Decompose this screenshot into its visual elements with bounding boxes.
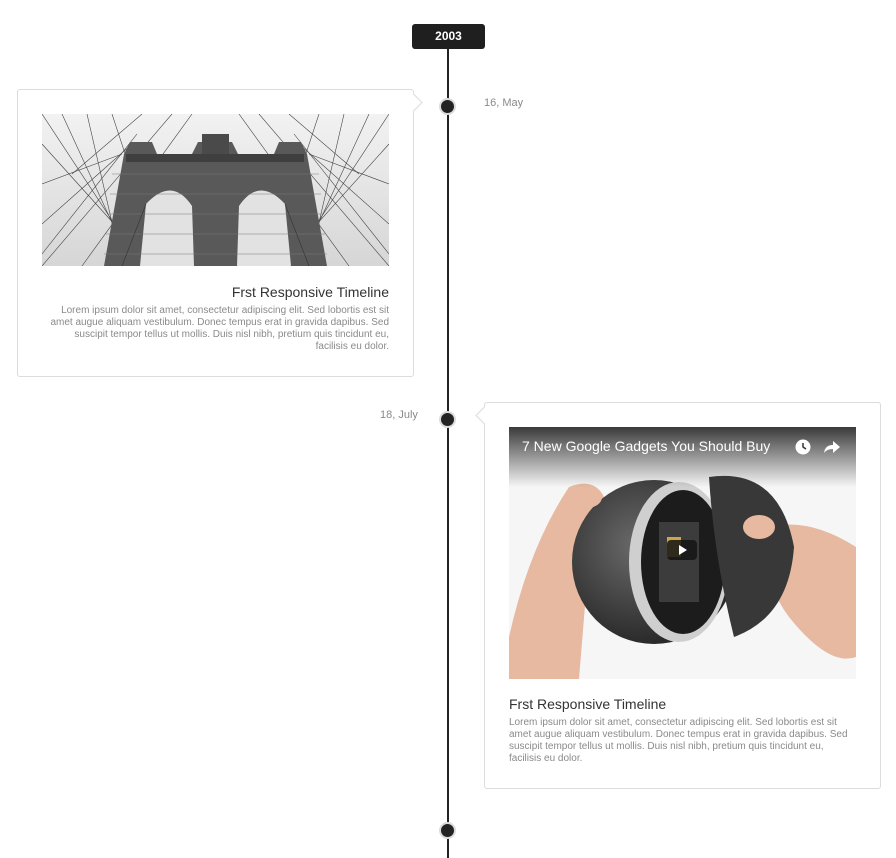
video-title[interactable]: 7 New Google Gadgets You Should Buy [522, 438, 770, 454]
bridge-image [42, 114, 389, 266]
card-text: Lorem ipsum dolor sit amet, consectetur … [50, 305, 389, 352]
timeline-card: 7 New Google Gadgets You Should Buy Frst… [475, 402, 881, 789]
video-player[interactable]: 7 New Google Gadgets You Should Buy [509, 427, 856, 679]
share-icon[interactable] [823, 439, 841, 460]
timeline-dot [439, 98, 456, 115]
event-date: 16, May [484, 97, 524, 109]
timeline-dot [439, 411, 456, 428]
clock-icon[interactable] [795, 439, 811, 460]
card-title: Frst Responsive Timeline [509, 696, 667, 712]
timeline-card: Frst Responsive Timeline Lorem ipsum dol… [17, 89, 423, 377]
card-title: Frst Responsive Timeline [231, 284, 389, 300]
event-date: 18, July [380, 409, 418, 421]
timeline-line [447, 36, 449, 858]
card-text: Lorem ipsum dolor sit amet, consectetur … [509, 717, 848, 764]
card-arrow [404, 93, 423, 112]
timeline-dot [439, 822, 456, 839]
play-icon[interactable] [667, 540, 697, 560]
card-arrow [475, 406, 494, 425]
bridge-photo [42, 114, 389, 266]
year-badge: 2003 [412, 24, 485, 49]
